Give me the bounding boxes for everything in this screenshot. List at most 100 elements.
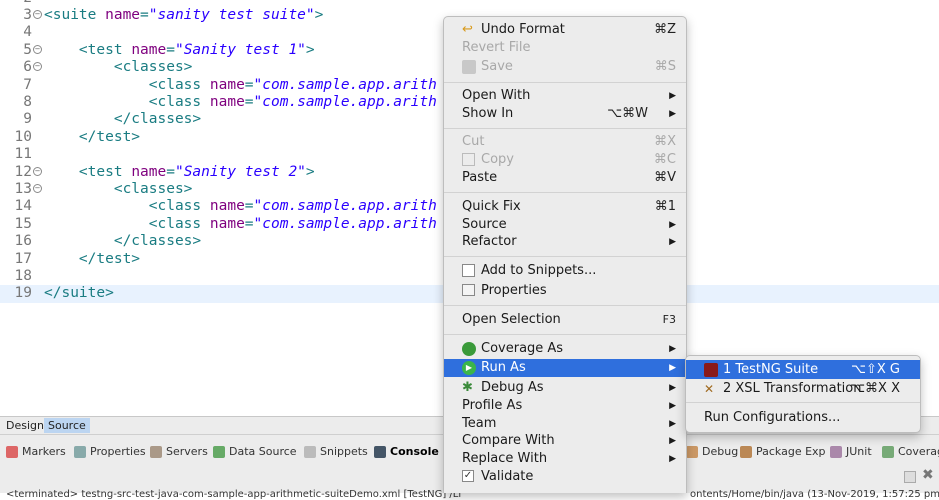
line-number: 2 bbox=[0, 0, 32, 7]
menu-coverage-as[interactable]: Coverage As ▶ bbox=[444, 340, 686, 358]
menu-replace-with[interactable]: Replace With ▶ bbox=[444, 450, 686, 468]
code-text: <test name="Sanity test 1"> bbox=[44, 41, 315, 58]
tab-junit[interactable]: JUnit bbox=[830, 443, 872, 461]
fold-toggle-icon[interactable]: − bbox=[33, 183, 42, 193]
menu-add-to-snippets[interactable]: Add to Snippets... bbox=[444, 262, 686, 280]
run-as-submenu: 1 TestNG Suite ⌥⇧X G ✕ 2 XSL Transformat… bbox=[685, 355, 921, 433]
separator bbox=[686, 402, 920, 403]
menu-quick-fix[interactable]: Quick Fix ⌘1 bbox=[444, 198, 686, 216]
menu-run-configurations[interactable]: Run Configurations... bbox=[686, 408, 920, 427]
menu-open-with[interactable]: Open With ▶ bbox=[444, 87, 686, 105]
xsl-icon: ✕ bbox=[704, 382, 715, 396]
data-source-icon bbox=[213, 446, 225, 458]
menu-copy: Copy ⌘C bbox=[444, 151, 686, 169]
context-menu: ↩ Undo Format ⌘Z Revert File Save ⌘S Ope… bbox=[443, 16, 687, 493]
separator bbox=[444, 82, 686, 83]
menu-run-as[interactable]: ▶ Run As ▶ bbox=[444, 359, 686, 377]
submenu-arrow-icon: ▶ bbox=[669, 109, 676, 119]
separator bbox=[444, 192, 686, 193]
tab-properties[interactable]: Properties bbox=[74, 443, 146, 461]
menu-validate[interactable]: ✓ Validate bbox=[444, 468, 686, 486]
line-number: 18 bbox=[14, 267, 32, 284]
code-line[interactable]: 2 bbox=[0, 0, 939, 7]
package-icon bbox=[740, 446, 752, 458]
tab-markers[interactable]: Markers bbox=[6, 443, 66, 461]
properties-icon bbox=[74, 446, 86, 458]
menu-source[interactable]: Source ▶ bbox=[444, 216, 686, 234]
line-number: 5 bbox=[23, 41, 32, 58]
tab-debug[interactable]: Debug bbox=[686, 443, 738, 461]
fold-toggle-icon[interactable]: − bbox=[33, 9, 42, 19]
code-text: </test> bbox=[44, 250, 141, 267]
line-number: 10 bbox=[14, 128, 32, 145]
code-text: <class name="com.sample.app.arith bbox=[44, 93, 437, 110]
code-text: <suite name="sanity test suite"> bbox=[44, 6, 324, 23]
tab-data-source[interactable]: Data Source bbox=[213, 443, 297, 461]
checkbox-icon: ✓ bbox=[462, 470, 474, 482]
separator bbox=[444, 128, 686, 129]
menu-undo-format[interactable]: ↩ Undo Format ⌘Z bbox=[444, 21, 686, 39]
menu-revert-file: Revert File bbox=[462, 40, 531, 55]
tab-snippets[interactable]: Snippets bbox=[304, 443, 368, 461]
line-number: 8 bbox=[23, 93, 32, 110]
tab-servers[interactable]: Servers bbox=[150, 443, 208, 461]
code-text: <class name="com.sample.app.arith bbox=[44, 215, 437, 232]
code-text: <classes> bbox=[44, 59, 193, 76]
menu-debug-as[interactable]: ✱ Debug As ▶ bbox=[444, 379, 686, 397]
snippets-icon bbox=[304, 446, 316, 458]
fold-toggle-icon[interactable]: − bbox=[33, 166, 42, 176]
junit-icon bbox=[830, 446, 842, 458]
copy-icon bbox=[462, 153, 475, 166]
servers-icon bbox=[150, 446, 162, 458]
snippet-icon bbox=[462, 264, 475, 277]
tab-coverage[interactable]: Coverage bbox=[882, 443, 939, 461]
testng-icon bbox=[704, 363, 718, 377]
line-number: 11 bbox=[14, 146, 32, 163]
menu-team[interactable]: Team ▶ bbox=[444, 415, 686, 433]
line-number: 12 bbox=[14, 163, 32, 180]
tab-console[interactable]: Console bbox=[374, 443, 439, 461]
code-text: </classes> bbox=[44, 111, 202, 128]
remove-launch-icon[interactable]: ✖ bbox=[922, 467, 934, 483]
run-icon: ▶ bbox=[462, 361, 476, 375]
tab-design[interactable]: Design bbox=[2, 418, 48, 433]
submenu-arrow-icon: ▶ bbox=[669, 344, 676, 354]
menu-xsl-transformation[interactable]: ✕ 2 XSL Transformation ⌥⌘X X bbox=[686, 379, 920, 398]
line-number: 16 bbox=[14, 233, 32, 250]
submenu-arrow-icon: ▶ bbox=[669, 454, 676, 464]
submenu-arrow-icon: ▶ bbox=[669, 383, 676, 393]
debug-icon: ✱ bbox=[462, 380, 473, 395]
coverage-icon bbox=[882, 446, 894, 458]
submenu-arrow-icon: ▶ bbox=[669, 220, 676, 230]
tab-package-explorer[interactable]: Package Exp bbox=[740, 443, 826, 461]
line-number: 4 bbox=[23, 24, 32, 41]
menu-profile-as[interactable]: Profile As ▶ bbox=[444, 397, 686, 415]
menu-properties[interactable]: Properties bbox=[444, 282, 686, 300]
code-text: <test name="Sanity test 2"> bbox=[44, 163, 315, 180]
line-number: 15 bbox=[14, 215, 32, 232]
line-number: 19 bbox=[14, 285, 32, 302]
menu-refactor[interactable]: Refactor ▶ bbox=[444, 233, 686, 251]
submenu-arrow-icon: ▶ bbox=[669, 237, 676, 247]
undo-icon: ↩ bbox=[462, 22, 473, 37]
coverage-icon bbox=[462, 342, 476, 356]
fold-toggle-icon[interactable]: − bbox=[33, 62, 42, 72]
line-number: 3 bbox=[23, 6, 32, 23]
terminate-icon[interactable] bbox=[904, 471, 916, 483]
menu-paste[interactable]: Paste ⌘V bbox=[444, 169, 686, 187]
debug-icon bbox=[686, 446, 698, 458]
line-number: 6 bbox=[23, 59, 32, 76]
properties-icon bbox=[462, 284, 475, 296]
menu-show-in[interactable]: Show In ⌥⌘W ▶ bbox=[444, 105, 686, 123]
fold-toggle-icon[interactable]: − bbox=[33, 44, 42, 54]
console-output-line: <terminated> testng-src-test-java-com-sa… bbox=[6, 489, 462, 500]
menu-testng-suite[interactable]: 1 TestNG Suite ⌥⇧X G bbox=[686, 360, 920, 379]
console-output-tail: ontents/Home/bin/java (13-Nov-2019, 1:57… bbox=[690, 489, 939, 500]
tab-source[interactable]: Source bbox=[44, 418, 90, 433]
submenu-arrow-icon: ▶ bbox=[669, 419, 676, 429]
separator bbox=[444, 305, 686, 306]
menu-compare-with[interactable]: Compare With ▶ bbox=[444, 432, 686, 450]
menu-open-selection[interactable]: Open Selection F3 bbox=[444, 311, 686, 329]
code-text: </suite> bbox=[44, 285, 114, 302]
code-text: <classes> bbox=[44, 180, 193, 197]
